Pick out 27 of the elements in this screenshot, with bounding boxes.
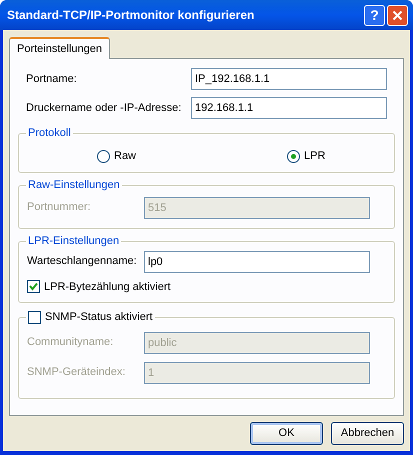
radio-button[interactable] bbox=[97, 150, 110, 163]
field-label: Warteschlangenname: bbox=[27, 254, 138, 270]
field-label: Communityname: bbox=[27, 335, 114, 350]
input-field[interactable]: lp0 bbox=[144, 250, 370, 272]
radio-label: Raw bbox=[114, 149, 136, 164]
input-field[interactable]: 192.168.1.1 bbox=[191, 97, 387, 119]
help-button[interactable]: ? bbox=[364, 4, 385, 26]
close-button[interactable] bbox=[387, 4, 408, 26]
checkbox[interactable] bbox=[27, 280, 40, 294]
field-label: Portname: bbox=[26, 72, 78, 87]
window-title: Standard-TCP/IP-Portmonitor konfigurieren bbox=[7, 7, 254, 24]
close-icon bbox=[392, 10, 403, 20]
field-label: Druckername oder -IP-Adresse: bbox=[26, 100, 182, 116]
field-label: SNMP-Geräteindex: bbox=[27, 365, 126, 380]
group-title: Protokoll bbox=[28, 126, 71, 141]
checkbox-label: SNMP-Status aktiviert bbox=[45, 310, 153, 325]
group-title: LPR-Einstellungen bbox=[28, 234, 120, 249]
dialog-button[interactable]: OK bbox=[250, 422, 323, 445]
group-title: Raw-Einstellungen bbox=[28, 178, 120, 193]
input-field[interactable]: IP_192.168.1.1 bbox=[191, 68, 387, 90]
radio-label: LPR bbox=[304, 149, 326, 164]
tab[interactable]: Porteinstellungen bbox=[9, 37, 110, 59]
dialog-button[interactable]: Abbrechen bbox=[331, 422, 404, 445]
field-label: Portnummer: bbox=[27, 200, 92, 216]
radio-button[interactable] bbox=[287, 150, 300, 163]
checkbox-label: LPR-Bytezählung aktiviert bbox=[44, 280, 171, 294]
checkbox[interactable] bbox=[28, 310, 41, 324]
